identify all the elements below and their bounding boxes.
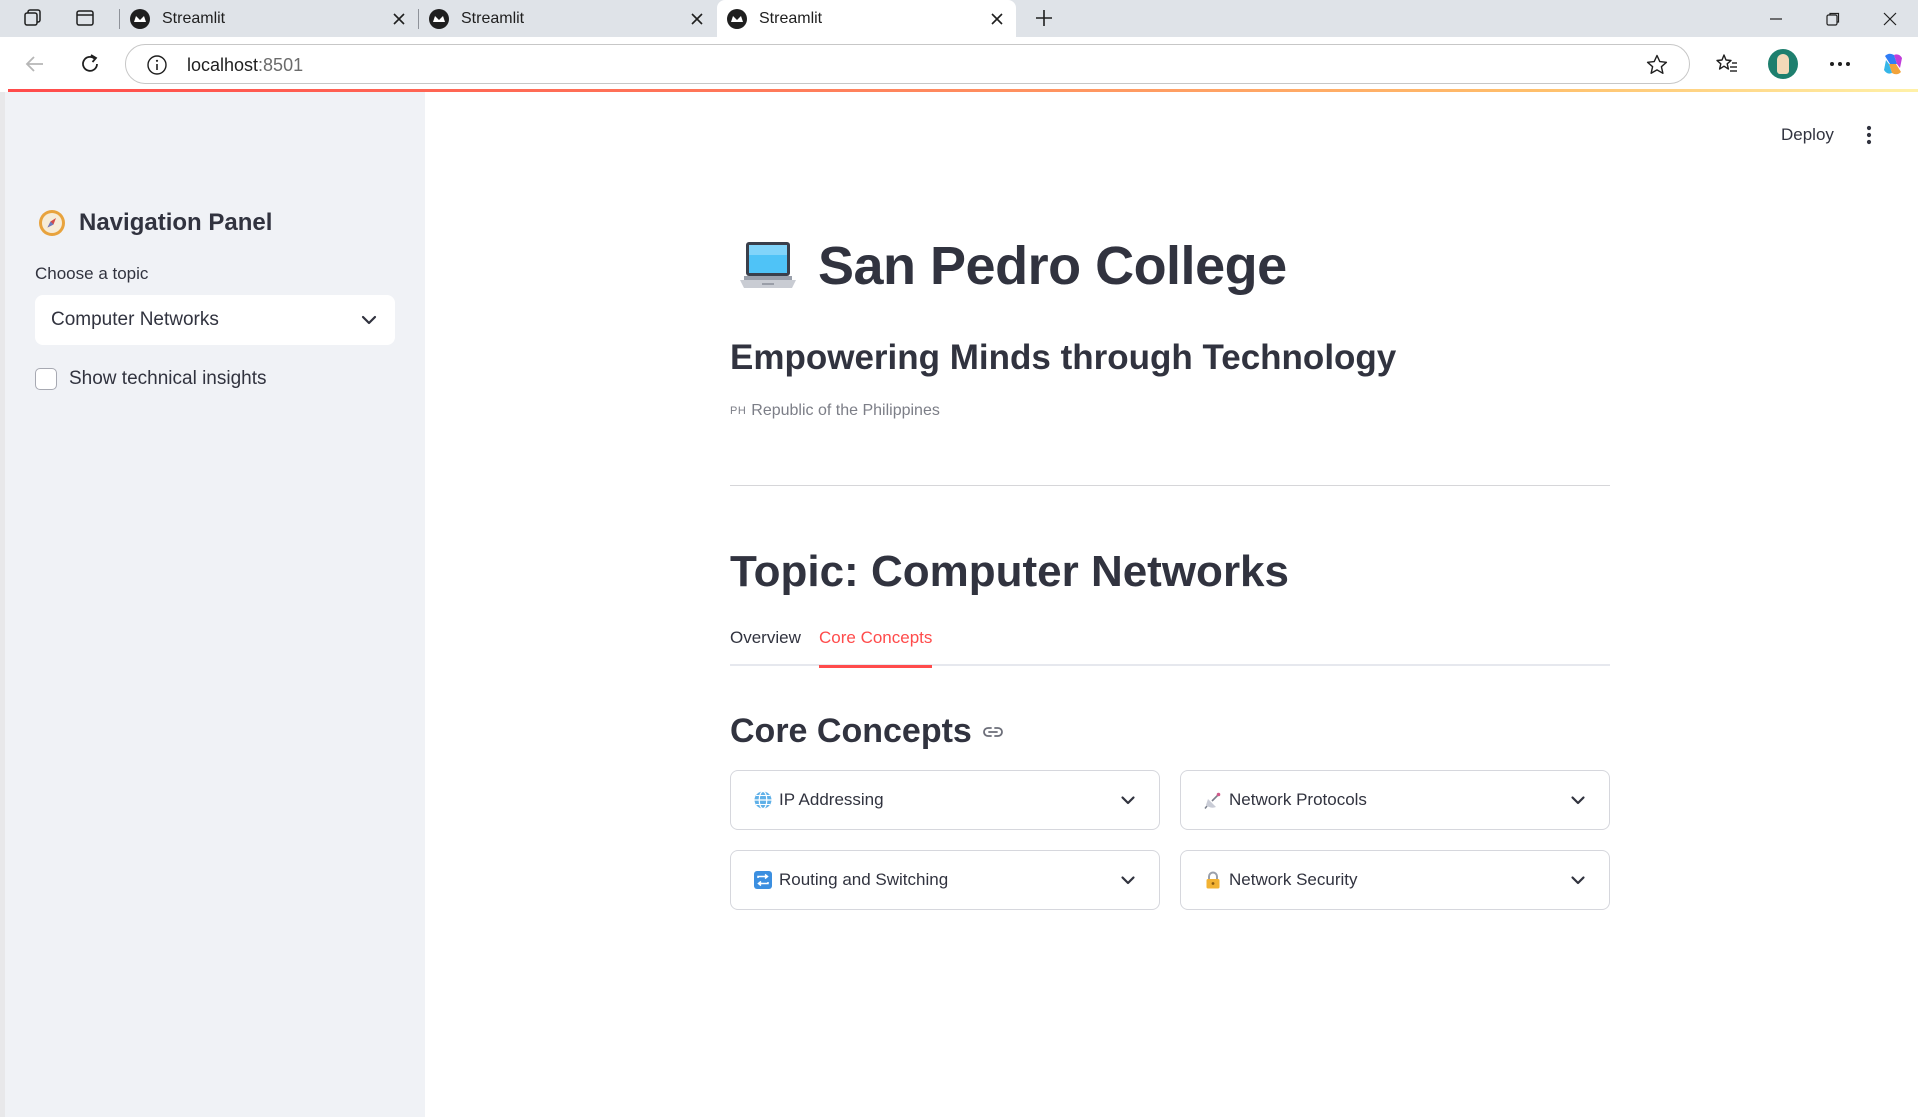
minimize-icon[interactable] xyxy=(1748,0,1804,37)
chevron-down-icon xyxy=(1119,871,1137,889)
chevron-down-icon xyxy=(359,310,379,330)
expander-routing-and-switching[interactable]: Routing and Switching xyxy=(730,850,1160,910)
sidebar-header: Navigation Panel xyxy=(37,208,272,238)
checkbox-label: Show technical insights xyxy=(69,368,267,389)
section-heading: Core Concepts xyxy=(730,712,1004,751)
favorites-icon[interactable] xyxy=(1712,49,1742,79)
restore-icon[interactable] xyxy=(1805,0,1861,37)
expander-label: Network Protocols xyxy=(1229,790,1367,809)
streamlit-favicon-icon xyxy=(429,8,449,29)
expander-label: IP Addressing xyxy=(779,790,884,809)
copilot-icon[interactable] xyxy=(1878,49,1908,79)
browser-tab-2[interactable]: Streamlit xyxy=(419,0,716,37)
page-title-row: San Pedro College xyxy=(738,235,1287,297)
compass-icon xyxy=(37,208,67,238)
streamlit-favicon-icon xyxy=(130,8,150,29)
checkbox-box[interactable] xyxy=(35,368,57,390)
anchor-link-icon[interactable] xyxy=(982,721,1004,743)
technical-insights-checkbox[interactable]: Show technical insights xyxy=(35,368,267,390)
tab-title: Streamlit xyxy=(759,9,823,27)
page-subtitle: Empowering Minds through Technology xyxy=(730,338,1397,377)
satellite-icon xyxy=(1203,790,1223,810)
close-tab-icon[interactable] xyxy=(686,8,708,30)
browser-tab-bar: Streamlit Streamlit Streamlit xyxy=(0,0,1918,37)
site-info-icon[interactable] xyxy=(146,54,168,76)
url-text: localhost:8501 xyxy=(187,55,303,76)
topic-tabs: Overview Core Concepts xyxy=(730,626,1610,668)
expander-ip-addressing[interactable]: IP Addressing xyxy=(730,770,1160,830)
expander-network-protocols[interactable]: Network Protocols xyxy=(1180,770,1610,830)
more-options-icon[interactable] xyxy=(1825,49,1855,79)
new-tab-icon[interactable] xyxy=(1031,6,1057,30)
profile-avatar-icon[interactable] xyxy=(1768,49,1798,79)
chevron-down-icon xyxy=(1569,871,1587,889)
workspaces-icon[interactable] xyxy=(20,6,46,30)
browser-tab-1[interactable]: Streamlit xyxy=(120,0,418,37)
chevron-down-icon xyxy=(1569,791,1587,809)
section-title: Core Concepts xyxy=(730,712,972,750)
country-caption: PH Republic of the Philippines xyxy=(730,402,940,420)
tab-actions-icon[interactable] xyxy=(72,6,98,30)
country-text: Republic of the Philippines xyxy=(751,402,940,419)
tab-title: Streamlit xyxy=(461,9,525,27)
topic-select[interactable]: Computer Networks xyxy=(35,295,395,345)
topic-select-value: Computer Networks xyxy=(51,309,219,330)
url-host: localhost xyxy=(187,55,259,75)
tab-overview[interactable]: Overview xyxy=(730,626,801,666)
close-window-icon[interactable] xyxy=(1862,0,1918,37)
reload-icon[interactable] xyxy=(73,47,107,81)
avatar xyxy=(1768,49,1798,79)
lock-icon xyxy=(1203,870,1223,890)
expander-label: Network Security xyxy=(1229,870,1358,889)
close-tab-icon[interactable] xyxy=(388,8,410,30)
main-menu-icon[interactable] xyxy=(1857,122,1881,148)
sidebar-title: Navigation Panel xyxy=(79,209,273,236)
expander-label: Routing and Switching xyxy=(779,870,949,889)
tab-core-concepts[interactable]: Core Concepts xyxy=(819,626,933,668)
sidebar: Navigation Panel Choose a topic Computer… xyxy=(5,92,425,1117)
divider xyxy=(730,485,1610,486)
laptop-icon xyxy=(738,238,798,294)
topic-select-label: Choose a topic xyxy=(35,264,149,283)
deploy-button[interactable]: Deploy xyxy=(1781,125,1834,145)
flag-text: PH xyxy=(730,405,747,417)
browser-tab-3-active[interactable]: Streamlit xyxy=(717,0,1016,37)
back-icon[interactable] xyxy=(18,47,52,81)
close-tab-icon[interactable] xyxy=(986,8,1008,30)
streamlit-app: Navigation Panel Choose a topic Computer… xyxy=(0,92,1918,1117)
topic-heading: Topic: Computer Networks xyxy=(730,547,1290,596)
expander-network-security[interactable]: Network Security xyxy=(1180,850,1610,910)
favorite-star-icon[interactable] xyxy=(1645,53,1669,77)
url-port: :8501 xyxy=(258,55,304,75)
chevron-down-icon xyxy=(1119,791,1137,809)
tab-title: Streamlit xyxy=(162,9,226,27)
browser-toolbar: localhost:8501 xyxy=(0,37,1918,91)
repeat-icon xyxy=(753,870,773,890)
page-title: San Pedro College xyxy=(818,236,1287,296)
globe-icon xyxy=(753,790,773,810)
address-bar[interactable]: localhost:8501 xyxy=(125,44,1690,84)
streamlit-favicon-icon xyxy=(727,8,747,29)
